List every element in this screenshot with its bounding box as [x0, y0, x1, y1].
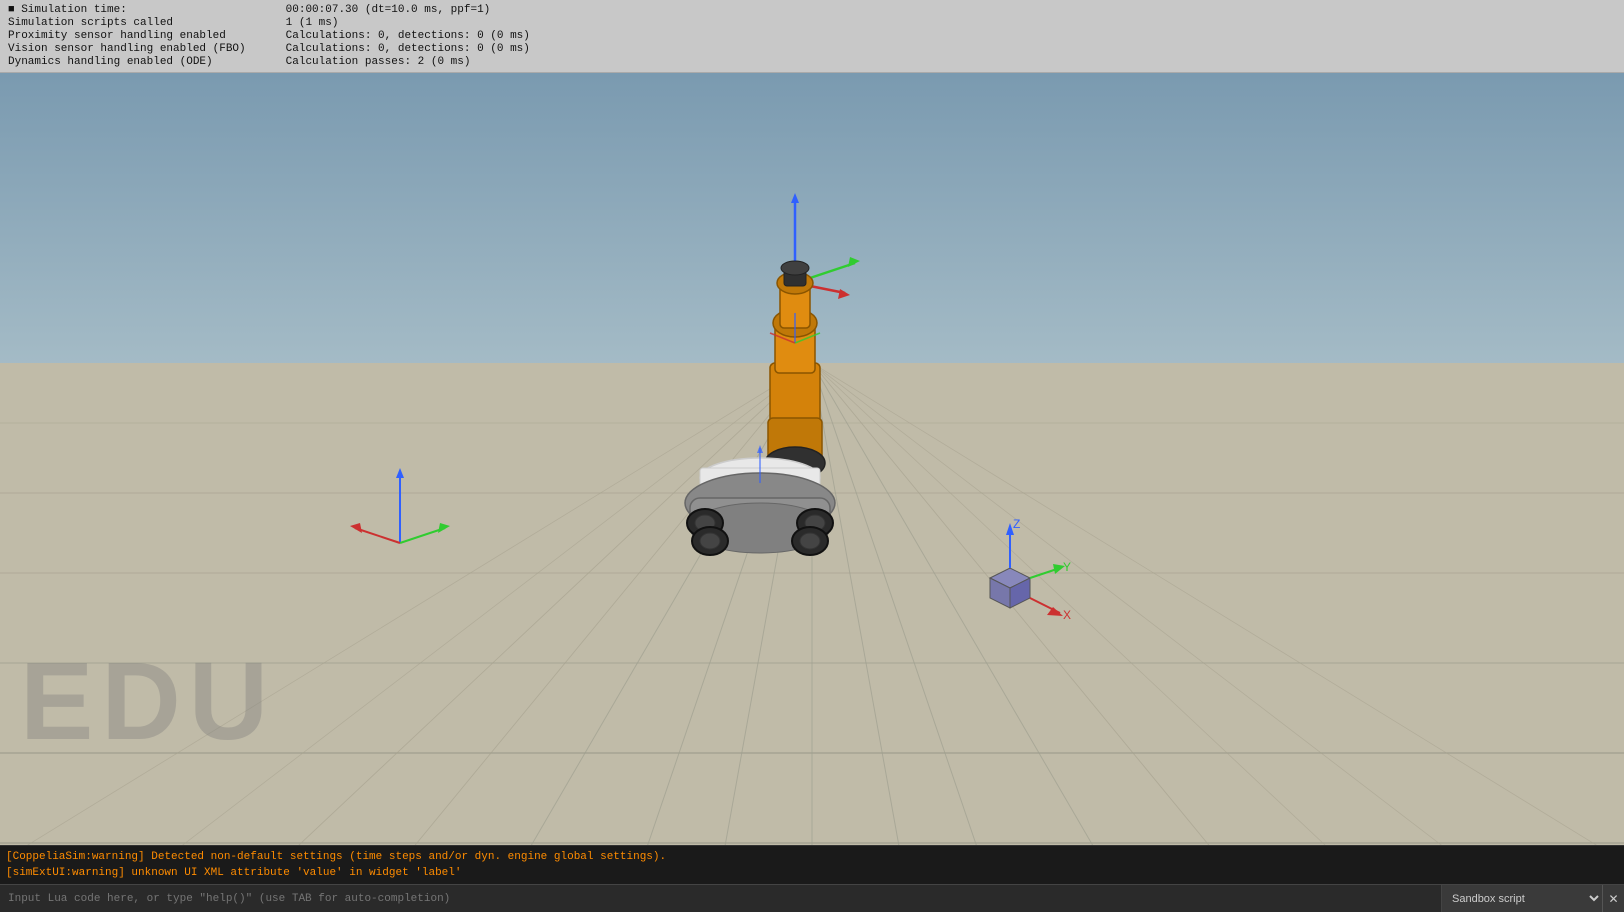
status-dynamics-label: Dynamics handling enabled (ODE): [8, 56, 246, 68]
lua-input[interactable]: [0, 885, 1441, 912]
status-vision-label: Vision sensor handling enabled (FBO): [8, 43, 246, 55]
close-button[interactable]: ✕: [1602, 885, 1624, 912]
status-bar: ■ Simulation time: Simulation scripts ca…: [0, 0, 1624, 73]
status-proximity-value: Calculations: 0, detections: 0 (0 ms): [286, 30, 530, 42]
floor-grid: Z Y X: [0, 73, 1624, 845]
console-area: [CoppeliaSim:warning] Detected non-defau…: [0, 845, 1624, 912]
app: ■ Simulation time: Simulation scripts ca…: [0, 0, 1624, 912]
status-vision-value: Calculations: 0, detections: 0 (0 ms): [286, 43, 530, 55]
input-bar[interactable]: Sandbox script ✕: [0, 884, 1624, 912]
status-sim-time-value: 00:00:07.30 (dt=10.0 ms, ppf=1): [286, 4, 530, 16]
console-messages: [CoppeliaSim:warning] Detected non-defau…: [0, 846, 1624, 884]
status-scripts-value: 1 (1 ms): [286, 17, 530, 29]
console-line-2: [simExtUI:warning] unknown UI XML attrib…: [6, 865, 1618, 881]
console-line-1: [CoppeliaSim:warning] Detected non-defau…: [6, 849, 1618, 865]
svg-text:Z: Z: [1013, 517, 1020, 531]
robot: [685, 193, 860, 555]
status-col-values: 00:00:07.30 (dt=10.0 ms, ppf=1) 1 (1 ms)…: [286, 4, 530, 68]
status-proximity-label: Proximity sensor handling enabled: [8, 30, 246, 42]
script-selector-container[interactable]: Sandbox script ✕: [1441, 885, 1624, 912]
status-col-labels: ■ Simulation time: Simulation scripts ca…: [8, 4, 246, 68]
status-scripts-label: Simulation scripts called: [8, 17, 246, 29]
status-sim-time-label: ■ Simulation time:: [8, 4, 246, 16]
viewport[interactable]: Z Y X EDU: [0, 73, 1624, 845]
edu-watermark: EDU: [20, 638, 276, 765]
floor-tiles: [0, 363, 1624, 845]
svg-text:Y: Y: [1063, 560, 1071, 574]
axis-indicator: Z Y X: [990, 517, 1071, 622]
script-selector[interactable]: Sandbox script: [1442, 885, 1602, 912]
svg-text:X: X: [1063, 608, 1071, 622]
left-axis-arrows: [350, 468, 450, 543]
status-dynamics-value: Calculation passes: 2 (0 ms): [286, 56, 530, 68]
